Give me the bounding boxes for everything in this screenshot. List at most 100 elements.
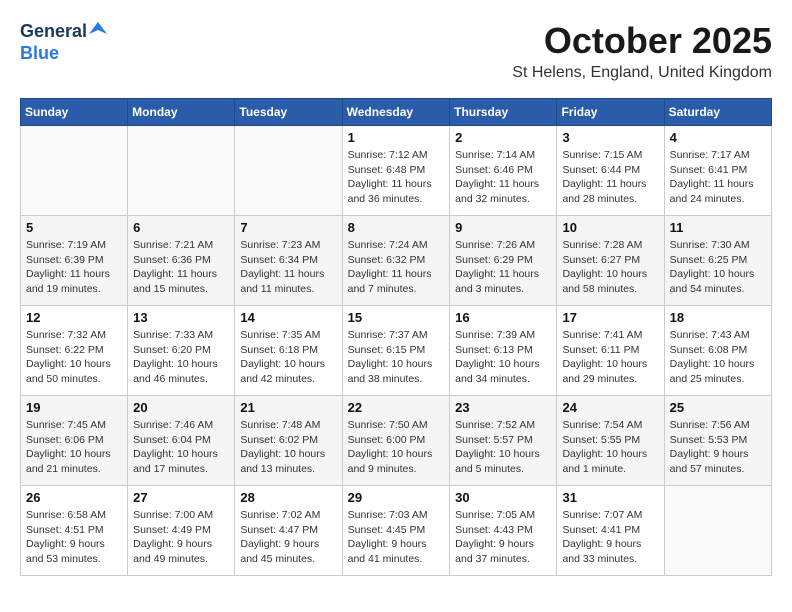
calendar-cell <box>664 486 771 576</box>
day-info: Sunrise: 7:28 AM Sunset: 6:27 PM Dayligh… <box>562 238 658 297</box>
calendar-cell: 21 Sunrise: 7:48 AM Sunset: 6:02 PM Dayli… <box>235 396 342 486</box>
day-number: 15 <box>348 310 445 325</box>
day-number: 19 <box>26 400 122 415</box>
calendar-week-row: 12 Sunrise: 7:32 AM Sunset: 6:22 PM Dayli… <box>21 306 772 396</box>
calendar-cell: 4 Sunrise: 7:17 AM Sunset: 6:41 PM Daylig… <box>664 126 771 216</box>
page-header: General Blue October 2025 St Helens, Eng… <box>20 20 772 82</box>
day-number: 17 <box>562 310 658 325</box>
day-info: Sunrise: 7:43 AM Sunset: 6:08 PM Dayligh… <box>670 328 766 387</box>
day-number: 7 <box>240 220 336 235</box>
weekday-header-tuesday: Tuesday <box>235 99 342 126</box>
calendar-week-row: 5 Sunrise: 7:19 AM Sunset: 6:39 PM Daylig… <box>21 216 772 306</box>
logo-blue-text: Blue <box>20 43 59 64</box>
day-number: 31 <box>562 490 658 505</box>
day-number: 18 <box>670 310 766 325</box>
logo-general-text: General <box>20 21 87 42</box>
day-number: 30 <box>455 490 551 505</box>
calendar-cell: 6 Sunrise: 7:21 AM Sunset: 6:36 PM Daylig… <box>128 216 235 306</box>
day-info: Sunrise: 7:48 AM Sunset: 6:02 PM Dayligh… <box>240 418 336 477</box>
day-info: Sunrise: 7:32 AM Sunset: 6:22 PM Dayligh… <box>26 328 122 387</box>
calendar-cell: 15 Sunrise: 7:37 AM Sunset: 6:15 PM Dayli… <box>342 306 450 396</box>
day-number: 28 <box>240 490 336 505</box>
calendar-cell: 20 Sunrise: 7:46 AM Sunset: 6:04 PM Dayli… <box>128 396 235 486</box>
day-info: Sunrise: 7:35 AM Sunset: 6:18 PM Dayligh… <box>240 328 336 387</box>
day-number: 13 <box>133 310 229 325</box>
weekday-header-sunday: Sunday <box>21 99 128 126</box>
day-info: Sunrise: 7:46 AM Sunset: 6:04 PM Dayligh… <box>133 418 229 477</box>
calendar-cell: 12 Sunrise: 7:32 AM Sunset: 6:22 PM Dayli… <box>21 306 128 396</box>
day-info: Sunrise: 7:33 AM Sunset: 6:20 PM Dayligh… <box>133 328 229 387</box>
calendar-cell: 22Sunrise: 7:50 AM Sunset: 6:00 PM Dayli… <box>342 396 450 486</box>
day-number: 27 <box>133 490 229 505</box>
day-info: Sunrise: 7:05 AM Sunset: 4:43 PM Dayligh… <box>455 508 551 567</box>
day-info: Sunrise: 7:52 AM Sunset: 5:57 PM Dayligh… <box>455 418 551 477</box>
day-info: Sunrise: 7:39 AM Sunset: 6:13 PM Dayligh… <box>455 328 551 387</box>
calendar-cell: 3Sunrise: 7:15 AM Sunset: 6:44 PM Daylig… <box>557 126 664 216</box>
day-info: Sunrise: 7:17 AM Sunset: 6:41 PM Dayligh… <box>670 148 766 207</box>
day-info: Sunrise: 7:03 AM Sunset: 4:45 PM Dayligh… <box>348 508 445 567</box>
calendar-cell: 13 Sunrise: 7:33 AM Sunset: 6:20 PM Dayli… <box>128 306 235 396</box>
calendar-cell: 14 Sunrise: 7:35 AM Sunset: 6:18 PM Dayli… <box>235 306 342 396</box>
title-area: October 2025 St Helens, England, United … <box>512 20 772 82</box>
calendar-cell: 18 Sunrise: 7:43 AM Sunset: 6:08 PM Dayli… <box>664 306 771 396</box>
calendar-week-row: 19Sunrise: 7:45 AM Sunset: 6:06 PM Dayli… <box>21 396 772 486</box>
day-number: 6 <box>133 220 229 235</box>
day-info: Sunrise: 7:50 AM Sunset: 6:00 PM Dayligh… <box>348 418 445 477</box>
calendar-cell: 9 Sunrise: 7:26 AM Sunset: 6:29 PM Daylig… <box>450 216 557 306</box>
calendar-cell: 31 Sunrise: 7:07 AM Sunset: 4:41 PM Dayli… <box>557 486 664 576</box>
logo-bird-icon <box>89 20 107 38</box>
day-info: Sunrise: 7:21 AM Sunset: 6:36 PM Dayligh… <box>133 238 229 297</box>
day-number: 9 <box>455 220 551 235</box>
calendar-cell: 29 Sunrise: 7:03 AM Sunset: 4:45 PM Dayli… <box>342 486 450 576</box>
calendar-week-row: 26 Sunrise: 6:58 AM Sunset: 4:51 PM Dayli… <box>21 486 772 576</box>
day-info: Sunrise: 7:19 AM Sunset: 6:39 PM Dayligh… <box>26 238 122 297</box>
day-number: 29 <box>348 490 445 505</box>
calendar-table: SundayMondayTuesdayWednesdayThursdayFrid… <box>20 98 772 576</box>
day-number: 10 <box>562 220 658 235</box>
day-info: Sunrise: 7:24 AM Sunset: 6:32 PM Dayligh… <box>348 238 445 297</box>
day-info: Sunrise: 7:15 AM Sunset: 6:44 PM Dayligh… <box>562 148 658 207</box>
calendar-cell: 17Sunrise: 7:41 AM Sunset: 6:11 PM Dayli… <box>557 306 664 396</box>
day-number: 23 <box>455 400 551 415</box>
day-number: 21 <box>240 400 336 415</box>
day-info: Sunrise: 7:02 AM Sunset: 4:47 PM Dayligh… <box>240 508 336 567</box>
day-info: Sunrise: 7:54 AM Sunset: 5:55 PM Dayligh… <box>562 418 658 477</box>
day-number: 1 <box>348 130 445 145</box>
weekday-header-saturday: Saturday <box>664 99 771 126</box>
day-info: Sunrise: 7:07 AM Sunset: 4:41 PM Dayligh… <box>562 508 658 567</box>
weekday-header-row: SundayMondayTuesdayWednesdayThursdayFrid… <box>21 99 772 126</box>
calendar-cell: 24 Sunrise: 7:54 AM Sunset: 5:55 PM Dayli… <box>557 396 664 486</box>
day-number: 14 <box>240 310 336 325</box>
day-info: Sunrise: 7:12 AM Sunset: 6:48 PM Dayligh… <box>348 148 445 207</box>
day-info: Sunrise: 7:23 AM Sunset: 6:34 PM Dayligh… <box>240 238 336 297</box>
day-number: 5 <box>26 220 122 235</box>
day-number: 20 <box>133 400 229 415</box>
month-title: October 2025 <box>512 20 772 62</box>
calendar-cell: 26 Sunrise: 6:58 AM Sunset: 4:51 PM Dayli… <box>21 486 128 576</box>
day-number: 8 <box>348 220 445 235</box>
day-number: 12 <box>26 310 122 325</box>
logo: General Blue <box>20 20 107 64</box>
day-info: Sunrise: 7:37 AM Sunset: 6:15 PM Dayligh… <box>348 328 445 387</box>
weekday-header-wednesday: Wednesday <box>342 99 450 126</box>
day-info: Sunrise: 7:26 AM Sunset: 6:29 PM Dayligh… <box>455 238 551 297</box>
day-number: 24 <box>562 400 658 415</box>
day-number: 25 <box>670 400 766 415</box>
calendar-cell: 28 Sunrise: 7:02 AM Sunset: 4:47 PM Dayli… <box>235 486 342 576</box>
day-number: 4 <box>670 130 766 145</box>
calendar-cell: 10 Sunrise: 7:28 AM Sunset: 6:27 PM Dayli… <box>557 216 664 306</box>
calendar-cell: 11Sunrise: 7:30 AM Sunset: 6:25 PM Dayli… <box>664 216 771 306</box>
calendar-cell <box>21 126 128 216</box>
calendar-cell: 7 Sunrise: 7:23 AM Sunset: 6:34 PM Daylig… <box>235 216 342 306</box>
day-info: Sunrise: 6:58 AM Sunset: 4:51 PM Dayligh… <box>26 508 122 567</box>
day-info: Sunrise: 7:00 AM Sunset: 4:49 PM Dayligh… <box>133 508 229 567</box>
location-title: St Helens, England, United Kingdom <box>512 64 772 82</box>
calendar-cell: 27 Sunrise: 7:00 AM Sunset: 4:49 PM Dayli… <box>128 486 235 576</box>
calendar-cell: 19Sunrise: 7:45 AM Sunset: 6:06 PM Dayli… <box>21 396 128 486</box>
calendar-cell <box>128 126 235 216</box>
calendar-cell: 25Sunrise: 7:56 AM Sunset: 5:53 PM Dayli… <box>664 396 771 486</box>
calendar-week-row: 1 Sunrise: 7:12 AM Sunset: 6:48 PM Daylig… <box>21 126 772 216</box>
day-number: 26 <box>26 490 122 505</box>
day-number: 2 <box>455 130 551 145</box>
calendar-cell: 2Sunrise: 7:14 AM Sunset: 6:46 PM Daylig… <box>450 126 557 216</box>
